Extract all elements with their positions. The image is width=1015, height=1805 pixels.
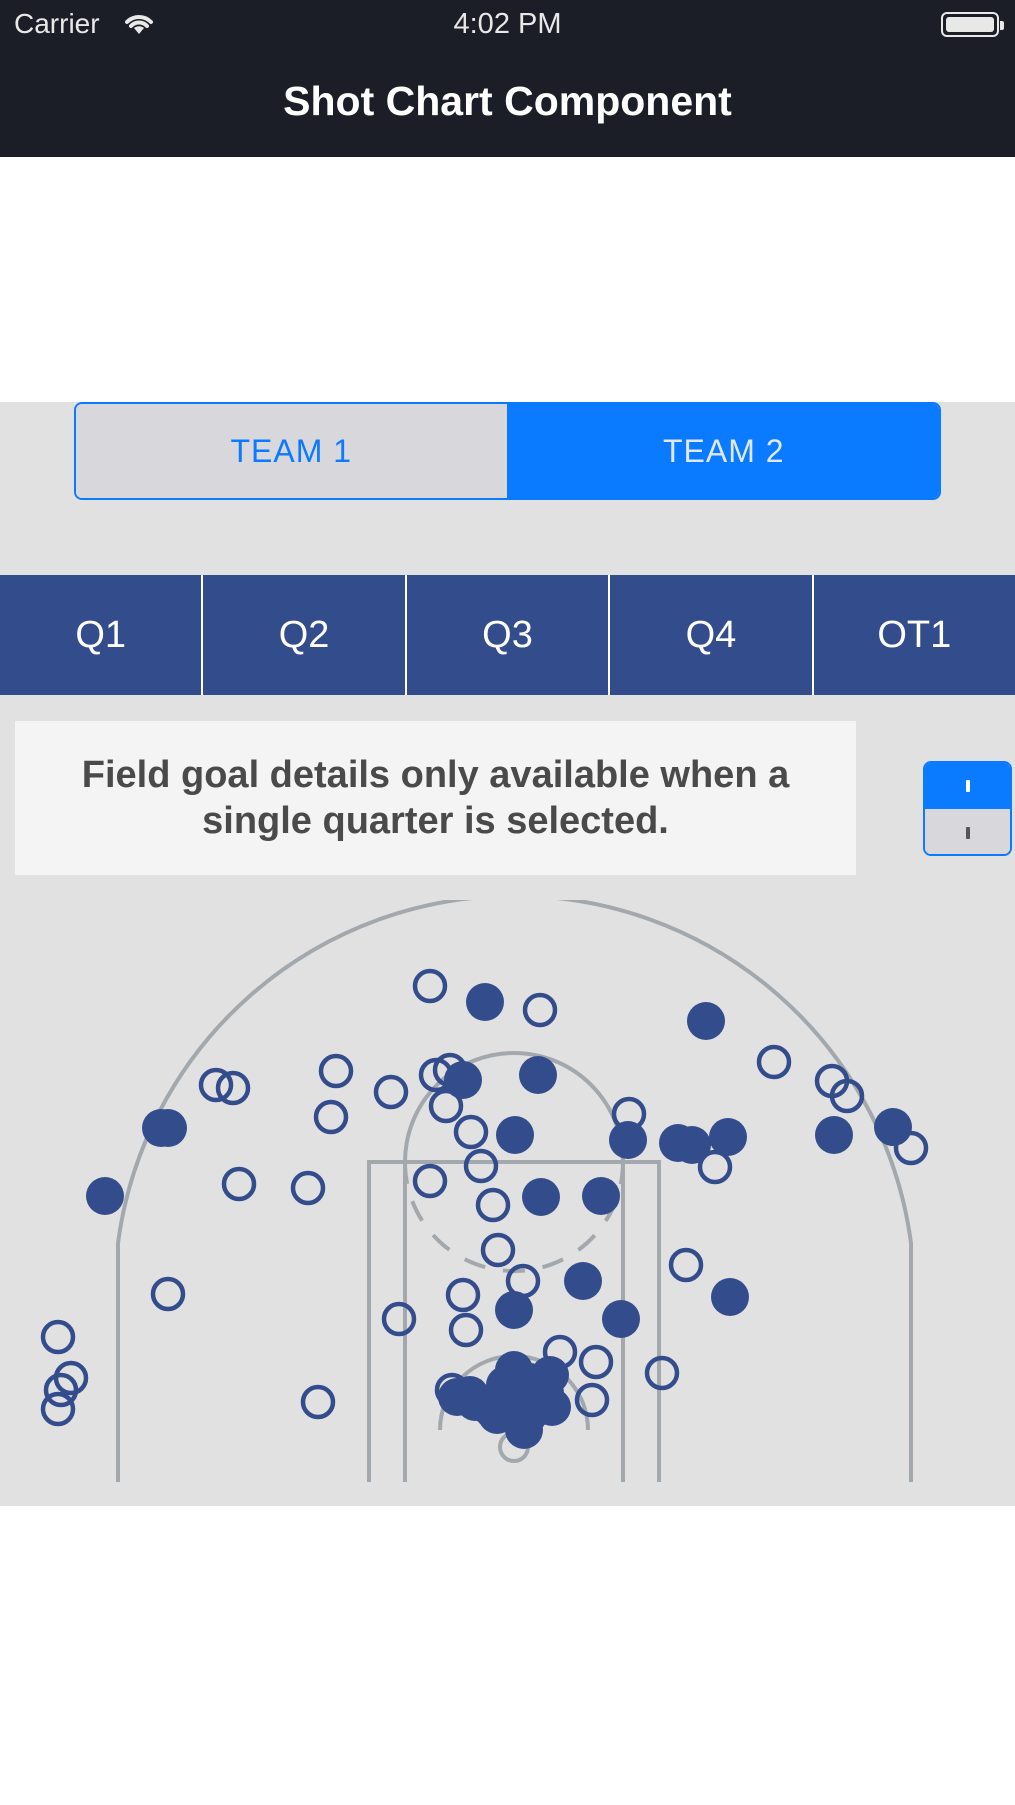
missed-shot-marker [756,1044,792,1080]
made-shot-marker [564,1262,602,1300]
tab-q3[interactable]: Q3 [406,575,609,695]
missed-shot-marker [463,1148,499,1184]
missed-shot-marker [215,1070,251,1106]
mini-segment-bottom[interactable] [925,809,1010,854]
missed-shot-marker [453,1114,489,1150]
missed-shot-marker [644,1355,680,1391]
missed-shot-marker [668,1247,704,1283]
missed-shot-marker [40,1319,76,1355]
missed-shot-marker [412,1163,448,1199]
missed-shot-marker [578,1344,614,1380]
made-shot-marker [496,1116,534,1154]
made-shot-marker [86,1177,124,1215]
made-shot-marker [709,1118,747,1156]
quarter-tab-bar: Q1 Q2 Q3 Q4 OT1 [0,575,1015,695]
tab-ot1[interactable]: OT1 [813,575,1015,695]
made-shot-marker [444,1061,482,1099]
made-shot-marker [609,1121,647,1159]
team-segmented-control: TEAM 1 TEAM 2 [74,402,941,500]
made-shot-marker [687,1002,725,1040]
navigation-bar: Carrier 4:02 PM Shot Chart Component [0,0,1015,157]
missed-shot-marker [475,1187,511,1223]
missed-shot-marker [522,992,558,1028]
made-shot-marker [582,1177,620,1215]
tab-q2[interactable]: Q2 [203,575,405,695]
made-shot-marker [815,1116,853,1154]
missed-shot-marker [480,1232,516,1268]
missed-shot-marker [445,1277,481,1313]
status-time: 4:02 PM [453,8,562,40]
missed-shot-marker [150,1276,186,1312]
shot-chart-court [40,900,929,1482]
battery-icon [941,12,1004,37]
missed-shot-marker [290,1170,326,1206]
tab-q1[interactable]: Q1 [0,575,202,695]
missed-shot-marker [313,1099,349,1135]
made-shot-marker [505,1411,543,1449]
made-shot-marker [673,1126,711,1164]
made-shot-marker [526,1374,564,1412]
team1-segment[interactable]: TEAM 1 [76,404,509,498]
missed-shot-marker [412,968,448,1004]
page-title: Shot Chart Component [283,78,732,124]
missed-shot-marker [448,1312,484,1348]
mini-segmented-control [923,761,1012,856]
field-goal-info-box: Field goal details only available when a… [15,721,856,875]
team2-segment[interactable]: TEAM 2 [508,404,939,498]
missed-shot-marker [221,1166,257,1202]
missed-shot-marker [381,1301,417,1337]
field-goal-info-text: Field goal details only available when a… [81,754,790,842]
mini-segment-top[interactable] [925,763,1010,809]
missed-shot-marker [373,1074,409,1110]
made-shot-marker [602,1300,640,1338]
made-shot-marker [466,983,504,1021]
missed-shot-marker [300,1384,336,1420]
shots-layer [40,968,929,1449]
made-shot-marker [142,1109,180,1147]
tab-q4[interactable]: Q4 [610,575,812,695]
made-shot-marker [519,1056,557,1094]
missed-shot-marker [40,1391,76,1427]
made-shot-marker [874,1108,912,1146]
made-shot-marker [522,1178,560,1216]
missed-shot-marker [318,1053,354,1089]
made-shot-marker [495,1291,533,1329]
made-shot-marker [711,1278,749,1316]
